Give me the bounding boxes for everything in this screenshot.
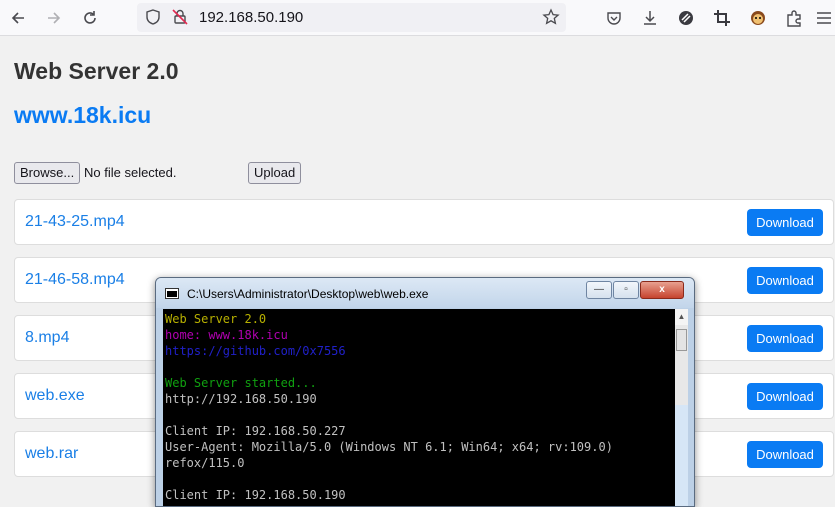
scroll-track[interactable] — [675, 405, 688, 506]
monkey-extension-icon[interactable] — [746, 6, 770, 30]
scroll-up-icon[interactable]: ▲ — [675, 309, 688, 325]
console-line: refox/115.0 — [165, 456, 245, 470]
scroll-thumb[interactable] — [676, 329, 687, 351]
file-link[interactable]: 8.mp4 — [25, 329, 69, 347]
download-button[interactable]: Download — [747, 267, 823, 294]
console-line: Web Server 2.0 — [165, 312, 267, 326]
shield-extension-icon[interactable] — [674, 6, 698, 30]
forward-icon[interactable] — [42, 6, 66, 30]
upload-button[interactable]: Upload — [248, 162, 302, 184]
file-row: 21-43-25.mp4 Download — [14, 199, 834, 245]
browser-toolbar: 192.168.50.190 — [0, 0, 835, 36]
console-line: home: www.18k.icu — [165, 328, 288, 342]
console-title: C:\Users\Administrator\Desktop\web\web.e… — [187, 287, 429, 301]
url-bar[interactable]: 192.168.50.190 — [137, 3, 566, 32]
maximize-button[interactable]: ▫ — [613, 281, 639, 299]
console-window[interactable]: C:\Users\Administrator\Desktop\web\web.e… — [155, 277, 695, 507]
download-button[interactable]: Download — [747, 383, 823, 410]
close-button[interactable]: x — [640, 281, 684, 299]
console-scrollbar[interactable]: ▲ — [675, 309, 688, 506]
console-line: https://github.com/0x7556 — [165, 344, 346, 358]
console-line: Web Server started... — [165, 376, 317, 390]
url-text[interactable]: 192.168.50.190 — [199, 9, 303, 26]
file-status-text: No file selected. — [84, 165, 177, 180]
browse-button[interactable]: Browse... — [14, 162, 81, 184]
console-title-bar[interactable]: C:\Users\Administrator\Desktop\web\web.e… — [156, 278, 694, 308]
console-output: Web Server 2.0 home: www.18k.icu https:/… — [163, 309, 675, 506]
console-line: User-Agent: Mozilla/5.0 (Windows NT 6.1;… — [165, 440, 613, 454]
file-link[interactable]: web.rar — [25, 445, 78, 463]
download-button[interactable]: Download — [747, 209, 823, 236]
shield-icon[interactable] — [141, 5, 165, 29]
menu-icon[interactable] — [812, 6, 835, 30]
back-icon[interactable] — [6, 6, 30, 30]
download-icon[interactable] — [638, 6, 662, 30]
file-link[interactable]: 21-43-25.mp4 — [25, 213, 125, 231]
download-button[interactable]: Download — [747, 325, 823, 352]
home-link[interactable]: www.18k.icu — [14, 102, 151, 129]
file-link[interactable]: web.exe — [25, 387, 85, 405]
page-title: Web Server 2.0 — [14, 58, 179, 84]
download-button[interactable]: Download — [747, 441, 823, 468]
pocket-icon[interactable] — [602, 6, 626, 30]
minimize-button[interactable]: — — [586, 281, 612, 299]
star-icon[interactable] — [539, 5, 563, 29]
reload-icon[interactable] — [78, 6, 102, 30]
console-app-icon — [165, 288, 179, 299]
console-line: Client IP: 192.168.50.227 — [165, 424, 346, 438]
file-link[interactable]: 21-46-58.mp4 — [25, 271, 125, 289]
console-line: http://192.168.50.190 — [165, 392, 317, 406]
crop-icon[interactable] — [710, 6, 734, 30]
puzzle-icon[interactable] — [782, 6, 806, 30]
insecure-lock-icon[interactable] — [168, 5, 192, 29]
